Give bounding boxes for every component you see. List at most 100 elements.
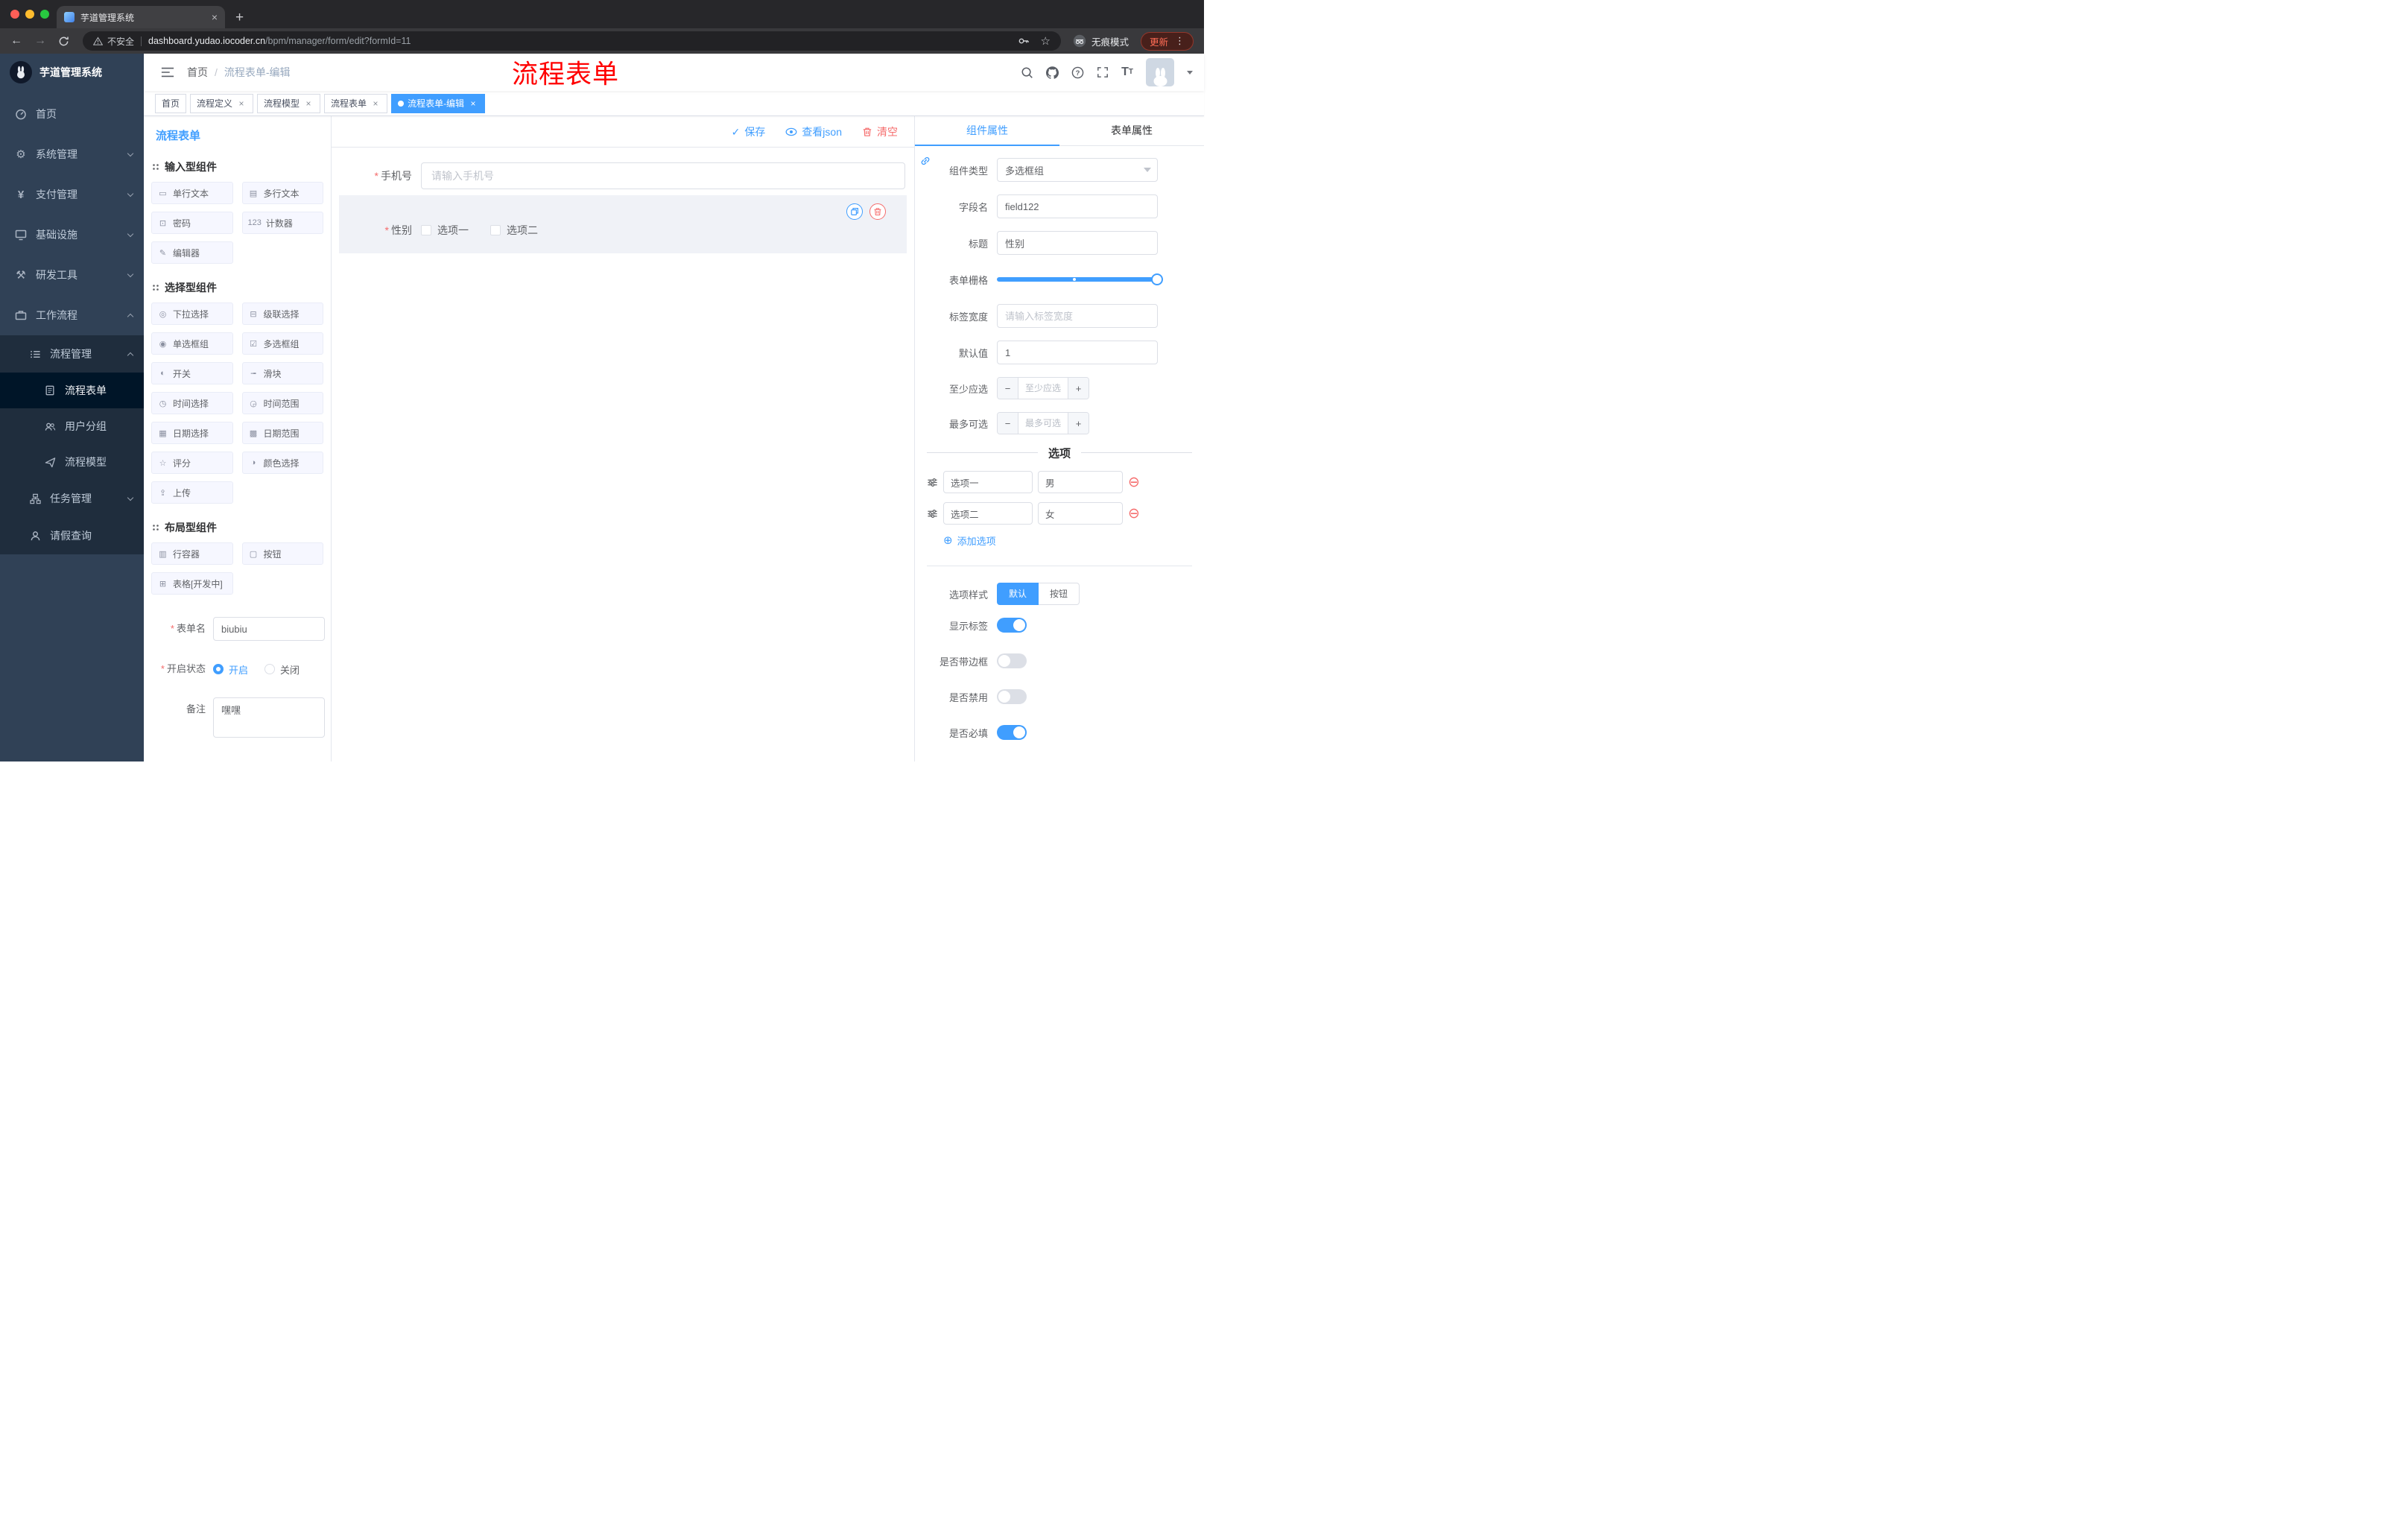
component-type-select[interactable] (997, 158, 1158, 182)
title-input[interactable] (997, 231, 1158, 255)
sidebar-item-devtools[interactable]: ⚒ 研发工具 (0, 255, 144, 295)
tag-process-definition[interactable]: 流程定义 × (190, 93, 254, 113)
disabled-switch[interactable] (997, 689, 1027, 704)
increase-button[interactable]: + (1068, 413, 1089, 434)
sidebar-item-system[interactable]: ⚙ 系统管理 (0, 134, 144, 174)
decrease-button[interactable]: − (998, 413, 1018, 434)
tab-close-icon[interactable]: × (212, 12, 218, 22)
hamburger-icon[interactable] (161, 66, 174, 78)
palette-item[interactable]: ▤ 多行文本 (241, 182, 323, 204)
option-value-input[interactable] (1038, 471, 1123, 493)
option-label-input[interactable] (943, 502, 1033, 525)
tag-close-icon[interactable]: × (236, 98, 247, 109)
tag-close-icon[interactable]: × (303, 98, 314, 109)
forward-button[interactable]: → (34, 34, 46, 48)
tag-home[interactable]: 首页 (155, 93, 187, 113)
back-button[interactable]: ← (10, 34, 22, 48)
decrease-button[interactable]: − (998, 378, 1018, 399)
window-close-button[interactable] (10, 10, 19, 19)
option-drag-icon[interactable] (927, 477, 938, 488)
sidebar-item-workflow[interactable]: 工作流程 (0, 295, 144, 335)
palette-item[interactable]: ◉ 单选框组 (151, 332, 233, 355)
tag-close-icon[interactable]: × (370, 98, 381, 109)
palette-item[interactable]: ╼ 滑块 (241, 362, 323, 384)
checkbox-icon[interactable] (421, 225, 431, 235)
link-icon[interactable] (920, 156, 931, 166)
palette-item[interactable]: ☑ 多选框组 (241, 332, 323, 355)
palette-item[interactable]: ⊟ 级联选择 (241, 303, 323, 325)
phone-input[interactable] (421, 162, 905, 189)
remark-textarea[interactable]: 嘿嘿 (213, 697, 325, 738)
tag-process-form[interactable]: 流程表单 × (324, 93, 388, 113)
reload-icon[interactable] (58, 36, 69, 47)
checkbox-icon[interactable] (490, 225, 501, 235)
font-size-icon[interactable]: TT (1121, 66, 1133, 78)
palette-item[interactable]: ▢ 按钮 (241, 542, 323, 565)
form-grid-slider[interactable] (997, 267, 1163, 291)
required-switch[interactable] (997, 725, 1027, 740)
palette-item[interactable]: ▭ 单行文本 (151, 182, 233, 204)
palette-item[interactable]: 123 计数器 (241, 212, 323, 234)
max-select-input[interactable] (1018, 413, 1068, 434)
palette-item[interactable]: ◐ 开关 (151, 362, 233, 384)
sidebar-item-user-group[interactable]: 用户分组 (0, 408, 144, 444)
sidebar-item-leave-query[interactable]: 请假查询 (0, 517, 144, 554)
palette-item[interactable]: ◑ 颜色选择 (241, 452, 323, 474)
palette-item[interactable]: ⊞ 表格[开发中] (151, 572, 233, 595)
remove-option-icon[interactable]: ⊖ (1128, 507, 1140, 521)
tab-form-props[interactable]: 表单属性 (1059, 116, 1204, 145)
palette-item[interactable]: ▦ 日期选择 (151, 422, 233, 444)
palette-item[interactable]: ☆ 评分 (151, 452, 233, 474)
palette-item[interactable]: ▥ 行容器 (151, 542, 233, 565)
palette-item[interactable]: ⇪ 上传 (151, 481, 233, 504)
option-drag-icon[interactable] (927, 508, 938, 519)
address-bar[interactable]: 不安全 dashboard.yudao.iocoder.cn/bpm/manag… (83, 31, 1061, 51)
increase-button[interactable]: + (1068, 378, 1089, 399)
status-radio-off[interactable]: 关闭 (264, 662, 300, 677)
github-icon[interactable] (1046, 66, 1059, 79)
browser-menu-icon[interactable]: ⋮ (1175, 35, 1185, 47)
browser-tab[interactable]: 芋道管理系统 × (57, 6, 225, 28)
sidebar-item-process-form[interactable]: 流程表单 (0, 373, 144, 408)
palette-item[interactable]: ◎ 下拉选择 (151, 303, 233, 325)
bookmark-star-icon[interactable]: ☆ (1041, 36, 1051, 47)
style-default-button[interactable]: 默认 (997, 583, 1039, 605)
sidebar-item-process-mgmt[interactable]: 流程管理 (0, 335, 144, 373)
option-value-input[interactable] (1038, 502, 1123, 525)
tag-process-form-edit[interactable]: 流程表单-编辑 × (391, 93, 486, 113)
palette-item[interactable]: ◷ 时间选择 (151, 392, 233, 414)
new-tab-button[interactable]: + (235, 10, 244, 25)
security-indicator[interactable]: 不安全 (93, 35, 134, 48)
palette-item[interactable]: ▩ 日期范围 (241, 422, 323, 444)
form-name-input[interactable] (213, 617, 325, 641)
copy-widget-button[interactable] (846, 203, 863, 220)
help-icon[interactable]: ? (1071, 66, 1084, 79)
gender-option-2[interactable]: 选项二 (490, 223, 538, 238)
palette-item[interactable]: ⊡ 密码 (151, 212, 233, 234)
view-json-button[interactable]: 查看json (785, 124, 842, 139)
palette-item[interactable]: ✎ 编辑器 (151, 241, 233, 264)
user-avatar[interactable] (1146, 58, 1174, 86)
palette-item[interactable]: ◶ 时间范围 (241, 392, 323, 414)
remove-option-icon[interactable]: ⊖ (1128, 475, 1140, 490)
show-label-switch[interactable] (997, 618, 1027, 633)
delete-widget-button[interactable] (869, 203, 886, 220)
default-value-input[interactable] (997, 341, 1158, 364)
fullscreen-icon[interactable] (1097, 66, 1109, 78)
sidebar-item-task-mgmt[interactable]: 任务管理 (0, 480, 144, 517)
sidebar-item-process-model[interactable]: 流程模型 (0, 444, 144, 480)
selected-widget-gender[interactable]: * 性别 选项一 选项二 (339, 195, 907, 253)
sidebar-logo[interactable]: 芋道管理系统 (0, 54, 144, 91)
sidebar-item-pay[interactable]: ¥ 支付管理 (0, 174, 144, 215)
tag-close-icon[interactable]: × (468, 98, 478, 109)
option-label-input[interactable] (943, 471, 1033, 493)
clear-button[interactable]: 清空 (862, 124, 898, 139)
window-minimize-button[interactable] (25, 10, 34, 19)
search-icon[interactable] (1021, 66, 1033, 79)
slider-handle[interactable] (1151, 273, 1163, 285)
browser-update-button[interactable]: 更新 ⋮ (1140, 31, 1194, 51)
slider-track[interactable] (997, 273, 1163, 285)
save-button[interactable]: ✓ 保存 (732, 124, 766, 139)
gender-option-1[interactable]: 选项一 (421, 223, 469, 238)
phone-field-row[interactable]: * 手机号 (339, 162, 907, 189)
